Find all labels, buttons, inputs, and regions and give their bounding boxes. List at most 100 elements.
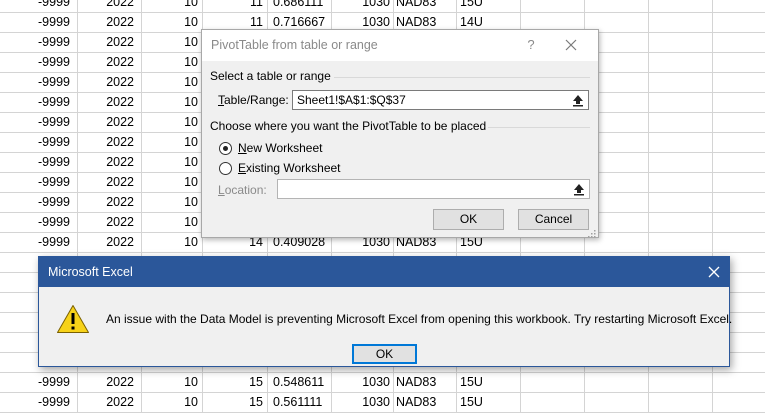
sheet-cell[interactable]: 2022 <box>78 53 142 72</box>
sheet-cell[interactable]: 11 <box>203 0 268 12</box>
sheet-cell[interactable]: 10 <box>142 373 203 392</box>
sheet-cell[interactable]: 2022 <box>78 33 142 52</box>
ok-button[interactable]: OK <box>433 209 504 230</box>
sheet-cell[interactable]: -9999 <box>0 193 78 212</box>
sheet-cell[interactable]: NAD83 <box>394 0 457 12</box>
sheet-cell[interactable]: 15U <box>457 393 521 412</box>
radio-unselected-icon[interactable] <box>219 162 232 175</box>
sheet-cell[interactable] <box>649 113 713 132</box>
collapse-range-icon[interactable] <box>570 181 588 197</box>
close-icon[interactable] <box>707 265 721 279</box>
sheet-cell[interactable] <box>713 133 765 152</box>
sheet-cell[interactable]: 1030 <box>332 0 394 12</box>
sheet-cell[interactable]: 1030 <box>332 373 394 392</box>
sheet-cell[interactable] <box>713 0 765 12</box>
sheet-cell[interactable]: 10 <box>142 33 203 52</box>
sheet-cell[interactable] <box>521 0 585 12</box>
sheet-cell[interactable]: 2022 <box>78 113 142 132</box>
sheet-cell[interactable]: 2022 <box>78 173 142 192</box>
sheet-cell[interactable]: 10 <box>142 73 203 92</box>
sheet-cell[interactable] <box>649 213 713 232</box>
pivottable-titlebar[interactable]: PivotTable from table or range ? <box>202 30 598 61</box>
sheet-cell[interactable]: 2022 <box>78 193 142 212</box>
sheet-cell[interactable]: 15 <box>203 373 268 392</box>
sheet-cell[interactable]: -9999 <box>0 13 78 32</box>
sheet-cell[interactable]: 10 <box>142 13 203 32</box>
sheet-cell[interactable]: 10 <box>142 93 203 112</box>
sheet-cell[interactable]: -9999 <box>0 53 78 72</box>
sheet-cell[interactable]: -9999 <box>0 373 78 392</box>
sheet-cell[interactable] <box>649 93 713 112</box>
sheet-cell[interactable]: 15U <box>457 373 521 392</box>
sheet-cell[interactable] <box>713 13 765 32</box>
sheet-cell[interactable]: -9999 <box>0 173 78 192</box>
sheet-cell[interactable]: 2022 <box>78 133 142 152</box>
sheet-cell[interactable] <box>649 173 713 192</box>
sheet-cell[interactable]: 2022 <box>78 233 142 252</box>
sheet-cell[interactable] <box>649 233 713 252</box>
sheet-cell[interactable]: -9999 <box>0 153 78 172</box>
sheet-cell[interactable] <box>713 113 765 132</box>
sheet-cell[interactable]: 0.686111 <box>268 0 332 12</box>
sheet-cell[interactable]: -9999 <box>0 233 78 252</box>
sheet-cell[interactable] <box>585 0 649 12</box>
table-range-input[interactable]: Sheet1!$A$1:$Q$37 <box>292 90 589 110</box>
resize-grip-icon[interactable] <box>588 227 596 238</box>
sheet-cell[interactable]: 10 <box>142 173 203 192</box>
sheet-cell[interactable] <box>713 173 765 192</box>
sheet-cell[interactable]: 10 <box>142 193 203 212</box>
sheet-cell[interactable]: 10 <box>142 233 203 252</box>
sheet-cell[interactable] <box>713 93 765 112</box>
sheet-cell[interactable]: 1030 <box>332 393 394 412</box>
sheet-cell[interactable]: 2022 <box>78 0 142 12</box>
sheet-cell[interactable]: 2022 <box>78 73 142 92</box>
sheet-cell[interactable]: -9999 <box>0 73 78 92</box>
sheet-cell[interactable] <box>649 53 713 72</box>
sheet-cell[interactable]: -9999 <box>0 113 78 132</box>
sheet-cell[interactable] <box>713 153 765 172</box>
sheet-cell[interactable]: 10 <box>142 113 203 132</box>
sheet-cell[interactable]: 10 <box>142 393 203 412</box>
error-titlebar[interactable]: Microsoft Excel <box>39 257 729 287</box>
sheet-cell[interactable]: 2022 <box>78 393 142 412</box>
sheet-cell[interactable] <box>649 0 713 12</box>
sheet-cell[interactable]: 0.548611 <box>268 373 332 392</box>
sheet-cell[interactable]: NAD83 <box>394 393 457 412</box>
sheet-cell[interactable] <box>649 193 713 212</box>
cancel-button[interactable]: Cancel <box>518 209 589 230</box>
sheet-cell[interactable]: 2022 <box>78 93 142 112</box>
sheet-cell[interactable]: 10 <box>142 133 203 152</box>
help-button[interactable]: ? <box>524 36 538 54</box>
sheet-cell[interactable] <box>649 153 713 172</box>
close-icon[interactable] <box>563 37 579 53</box>
sheet-cell[interactable] <box>585 393 649 412</box>
sheet-cell[interactable]: NAD83 <box>394 373 457 392</box>
sheet-cell[interactable] <box>585 373 649 392</box>
sheet-cell[interactable] <box>713 33 765 52</box>
sheet-cell[interactable] <box>713 193 765 212</box>
sheet-cell[interactable] <box>649 73 713 92</box>
sheet-cell[interactable]: 10 <box>142 213 203 232</box>
sheet-cell[interactable] <box>521 373 585 392</box>
sheet-cell[interactable]: 15 <box>203 393 268 412</box>
sheet-cell[interactable] <box>649 13 713 32</box>
sheet-cell[interactable]: 10 <box>142 153 203 172</box>
sheet-cell[interactable]: -9999 <box>0 133 78 152</box>
sheet-cell[interactable] <box>713 73 765 92</box>
sheet-cell[interactable]: 10 <box>142 0 203 12</box>
sheet-cell[interactable]: 0.561111 <box>268 393 332 412</box>
radio-selected-icon[interactable] <box>219 142 232 155</box>
sheet-cell[interactable] <box>713 233 765 252</box>
sheet-cell[interactable]: -9999 <box>0 0 78 12</box>
location-input[interactable] <box>277 179 590 199</box>
ok-button[interactable]: OK <box>352 344 417 364</box>
sheet-cell[interactable]: 2022 <box>78 213 142 232</box>
sheet-cell[interactable] <box>713 393 765 412</box>
sheet-cell[interactable] <box>649 33 713 52</box>
sheet-cell[interactable]: -9999 <box>0 393 78 412</box>
sheet-cell[interactable] <box>713 373 765 392</box>
sheet-cell[interactable] <box>713 53 765 72</box>
sheet-cell[interactable] <box>713 213 765 232</box>
sheet-cell[interactable] <box>649 133 713 152</box>
sheet-cell[interactable] <box>649 373 713 392</box>
